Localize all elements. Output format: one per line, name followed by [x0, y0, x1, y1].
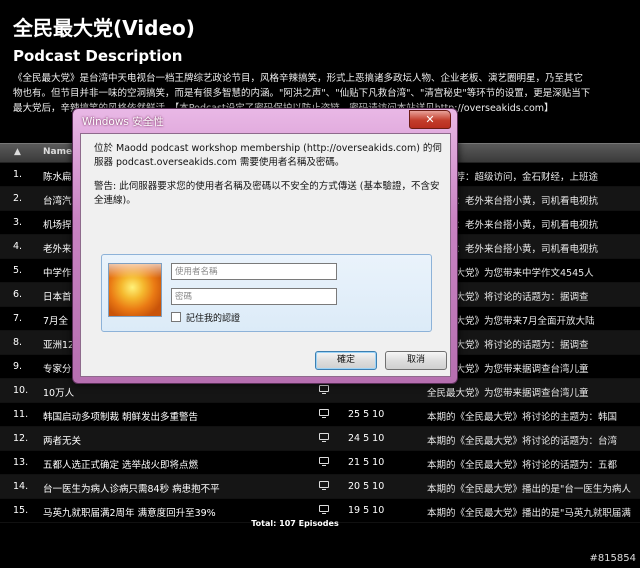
server-message: 位於 Maodd podcast workshop membership (ht… — [94, 143, 442, 168]
episode-number: 6. — [13, 289, 23, 300]
episode-name: 中学作 — [43, 268, 72, 279]
table-row[interactable]: 13. 五都人选正式确定 选举战火即将点燃 21 5 10 本期的《全民最大党》将讨论… — [0, 451, 640, 475]
security-warning: 警告: 此伺服器要求您的使用者名稱及密碼以不安全的方式傳送 (基本驗證，不含安全… — [94, 181, 440, 206]
video-icon — [319, 433, 329, 442]
episode-description: 本期的《全民最大党》将讨论的话题为：五都 — [427, 460, 618, 471]
episode-name: 两者无关 — [43, 436, 82, 447]
episode-name: 台一医生为病人诊病只需84秒 病患抱不平 — [43, 484, 220, 495]
dialog-client-area: 位於 Maodd podcast workshop membership (ht… — [80, 133, 451, 377]
video-icon — [319, 481, 329, 490]
episode-name: 日本首 — [43, 292, 72, 303]
episode-number: 8. — [13, 337, 23, 348]
episode-number: 3. — [13, 217, 23, 228]
episode-date: 20 5 10 — [348, 481, 385, 492]
table-row[interactable]: 12. 两者无关 24 5 10 本期的《全民最大党》将讨论的话题为：台湾 — [0, 427, 640, 451]
episode-number: 5. — [13, 265, 23, 276]
episode-total: Total: 107 Episodes — [251, 519, 339, 528]
dialog-message: 位於 Maodd podcast workshop membership (ht… — [94, 142, 442, 218]
episode-date: 25 5 10 — [348, 409, 385, 420]
video-icon — [319, 505, 329, 514]
episode-number: 1. — [13, 169, 23, 180]
episode-description: 本期的《全民最大党》将讨论的话题为：台湾 — [427, 436, 618, 447]
episode-number: 10. — [13, 385, 29, 396]
table-row[interactable]: 11. 韩国启动多项制裁 朝鲜发出多重警告 25 5 10 本期的《全民最大党》将讨论… — [0, 403, 640, 427]
episode-number: 2. — [13, 193, 23, 204]
episode-number: 11. — [13, 409, 29, 420]
episode-number: 13. — [13, 457, 29, 468]
cancel-button[interactable]: 取消 — [385, 351, 447, 370]
close-button[interactable]: ✕ — [409, 110, 451, 129]
video-icon — [319, 409, 329, 418]
description-line: 《全民最大党》是台湾中天电视台一档王牌综艺政论节目，风格辛辣搞笑，形式上恶搞诸多… — [13, 73, 584, 84]
episode-name: 亚洲12 — [43, 340, 75, 351]
episode-description: 本期的《全民最大党》播出的是"台一医生为病人 — [427, 484, 631, 495]
episode-number: 4. — [13, 241, 23, 252]
episode-name: 韩国启动多项制裁 朝鲜发出多重警告 — [43, 412, 199, 423]
checkbox-icon[interactable] — [171, 312, 181, 322]
windows-security-dialog: Windows 安全性 ✕ 位於 Maodd podcast workshop … — [72, 108, 458, 384]
episode-name: 10万人 — [43, 388, 75, 399]
column-header-name[interactable]: Name — [43, 147, 72, 157]
username-input[interactable]: 使用者名稱 — [171, 263, 337, 280]
episode-name: 台湾汽 — [43, 196, 72, 207]
episode-name: 专家分 — [43, 364, 72, 375]
episode-number: 12. — [13, 433, 29, 444]
episode-description: 全民最大党》为您带来据调查台湾儿童 — [427, 388, 589, 399]
episode-number: 9. — [13, 361, 23, 372]
episode-name: 五都人选正式确定 选举战火即将点燃 — [43, 460, 199, 471]
video-icon — [319, 385, 329, 394]
dialog-title: Windows 安全性 — [82, 116, 164, 128]
page-title: 全民最大党(Video) — [13, 16, 195, 40]
episode-number: 7. — [13, 313, 23, 324]
ok-button[interactable]: 確定 — [315, 351, 377, 370]
episode-name: 陈水扁 — [43, 172, 72, 183]
episode-name: 7月全 — [43, 316, 69, 327]
episode-name: 老外来 — [43, 244, 72, 255]
table-row[interactable]: 14. 台一医生为病人诊病只需84秒 病患抱不平 20 5 10 本期的《全民最大党》… — [0, 475, 640, 499]
section-title: Podcast Description — [13, 47, 183, 65]
close-icon: ✕ — [425, 113, 435, 126]
episode-name: 机场捍 — [43, 220, 72, 231]
sort-arrow-icon[interactable]: ▲ — [14, 147, 21, 157]
password-input[interactable]: 密碼 — [171, 288, 337, 305]
video-icon — [319, 457, 329, 466]
remember-label: 記住我的認證 — [186, 314, 241, 324]
episode-date: 19 5 10 — [348, 505, 385, 516]
episode-name: 马英九就职届满2周年 满意度回升至39% — [43, 508, 216, 519]
description-line: 物也有。但节目并非一味的空洞搞笑，而是有很多智慧的内涵。"阿洪之声"、"仙贴下凡… — [13, 88, 591, 99]
remember-credentials-checkbox[interactable]: 記住我的認證 — [171, 311, 240, 324]
episode-number: 14. — [13, 481, 29, 492]
episode-description: 本期的《全民最大党》将讨论的主题为：韩国 — [427, 412, 618, 423]
episode-number: 15. — [13, 505, 29, 516]
user-avatar-icon — [108, 263, 162, 317]
episode-date: 24 5 10 — [348, 433, 385, 444]
episode-date: 21 5 10 — [348, 457, 385, 468]
episode-description: 本期的《全民最大党》播出的是"马英九就职届满 — [427, 508, 631, 519]
credential-box: 使用者名稱 密碼 記住我的認證 — [101, 254, 432, 332]
watermark: #815854 — [589, 553, 636, 564]
